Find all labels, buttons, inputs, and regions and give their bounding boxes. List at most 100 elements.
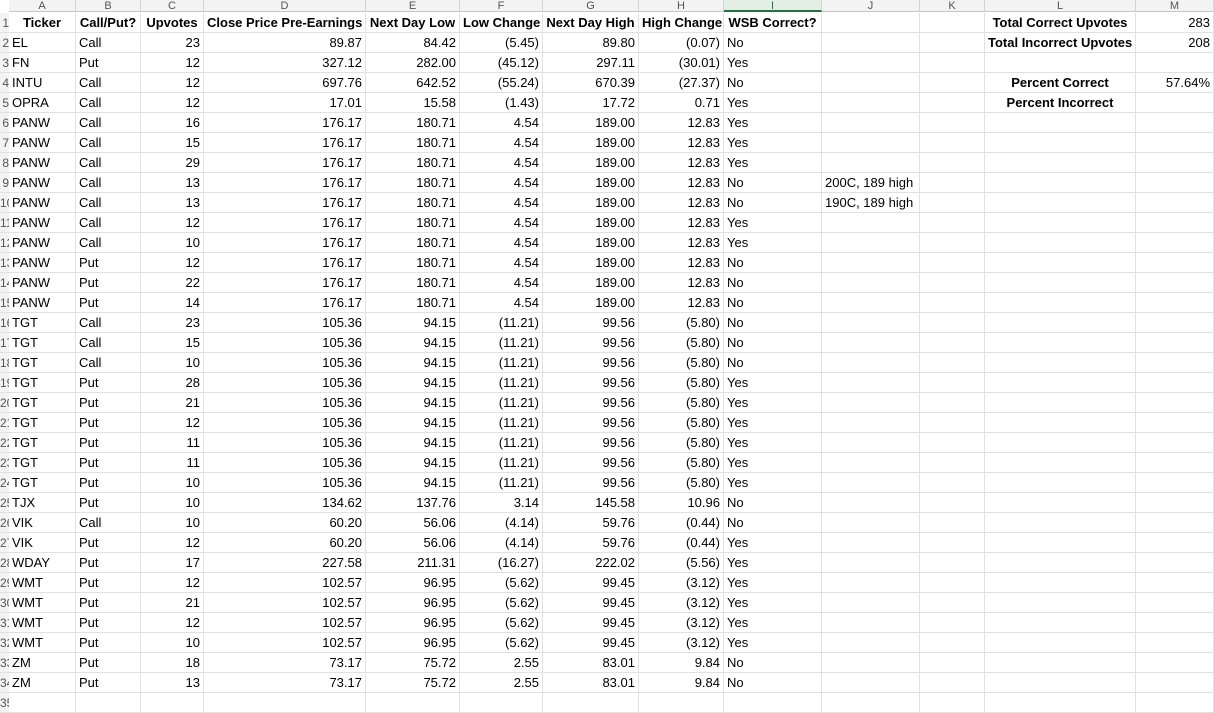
- table-cell[interactable]: 4.54: [460, 173, 543, 193]
- table-cell[interactable]: 94.15: [366, 433, 460, 453]
- table-cell[interactable]: 105.36: [204, 473, 366, 493]
- cell[interactable]: [985, 693, 1136, 713]
- table-cell[interactable]: WMT: [9, 573, 76, 593]
- table-cell[interactable]: 4.54: [460, 233, 543, 253]
- column-header-c[interactable]: C: [141, 0, 204, 12]
- table-cell[interactable]: OPRA: [9, 93, 76, 113]
- cell[interactable]: [985, 673, 1136, 693]
- table-cell[interactable]: 0.71: [639, 93, 724, 113]
- table-cell[interactable]: 180.71: [366, 193, 460, 213]
- cell[interactable]: [920, 33, 985, 53]
- table-cell[interactable]: TGT: [9, 393, 76, 413]
- table-cell[interactable]: 102.57: [204, 593, 366, 613]
- cell[interactable]: [1136, 273, 1214, 293]
- table-cell[interactable]: 12.83: [639, 273, 724, 293]
- table-cell[interactable]: TGT: [9, 353, 76, 373]
- cell[interactable]: [985, 533, 1136, 553]
- cell[interactable]: [1136, 493, 1214, 513]
- cell[interactable]: [822, 233, 920, 253]
- table-cell[interactable]: (5.80): [639, 473, 724, 493]
- table-cell[interactable]: (0.07): [639, 33, 724, 53]
- row-header[interactable]: 2: [0, 33, 9, 53]
- table-cell[interactable]: Call: [76, 233, 141, 253]
- table-cell[interactable]: (4.14): [460, 513, 543, 533]
- table-cell[interactable]: (5.56): [639, 553, 724, 573]
- cell[interactable]: [1136, 113, 1214, 133]
- table-cell[interactable]: 29: [141, 153, 204, 173]
- table-cell[interactable]: 180.71: [366, 113, 460, 133]
- cell[interactable]: [920, 93, 985, 113]
- cell[interactable]: [1136, 433, 1214, 453]
- row-header[interactable]: 23: [0, 453, 9, 473]
- cell[interactable]: [460, 693, 543, 713]
- table-cell[interactable]: Call: [76, 213, 141, 233]
- column-header-f[interactable]: F: [460, 0, 543, 12]
- table-cell[interactable]: PANW: [9, 113, 76, 133]
- row-header[interactable]: 32: [0, 633, 9, 653]
- table-cell[interactable]: TGT: [9, 313, 76, 333]
- table-cell[interactable]: (5.80): [639, 433, 724, 453]
- table-cell[interactable]: Yes: [724, 133, 822, 153]
- table-cell[interactable]: 176.17: [204, 173, 366, 193]
- table-cell[interactable]: 3.14: [460, 493, 543, 513]
- cell[interactable]: [920, 173, 985, 193]
- table-cell[interactable]: 89.87: [204, 33, 366, 53]
- cell[interactable]: [1136, 473, 1214, 493]
- row-header[interactable]: 31: [0, 613, 9, 633]
- table-cell[interactable]: 642.52: [366, 73, 460, 93]
- cell[interactable]: [822, 253, 920, 273]
- column-header-d[interactable]: D: [204, 0, 366, 12]
- cell[interactable]: [920, 653, 985, 673]
- table-cell[interactable]: WMT: [9, 613, 76, 633]
- cell[interactable]: [920, 293, 985, 313]
- total-correct-value[interactable]: 283: [1136, 13, 1214, 33]
- table-cell[interactable]: Put: [76, 373, 141, 393]
- table-cell[interactable]: (11.21): [460, 373, 543, 393]
- row-header[interactable]: 20: [0, 393, 9, 413]
- cell[interactable]: [920, 113, 985, 133]
- cell[interactable]: [985, 113, 1136, 133]
- table-cell[interactable]: 105.36: [204, 453, 366, 473]
- table-cell[interactable]: 96.95: [366, 593, 460, 613]
- table-cell[interactable]: Yes: [724, 473, 822, 493]
- table-cell[interactable]: Call: [76, 153, 141, 173]
- cell[interactable]: [1136, 413, 1214, 433]
- cell[interactable]: [822, 413, 920, 433]
- row-header[interactable]: 11: [0, 213, 9, 233]
- table-cell[interactable]: 227.58: [204, 553, 366, 573]
- cell[interactable]: [1136, 693, 1214, 713]
- table-cell[interactable]: 23: [141, 33, 204, 53]
- table-cell[interactable]: Call: [76, 313, 141, 333]
- table-cell[interactable]: 12: [141, 73, 204, 93]
- table-cell[interactable]: Yes: [724, 113, 822, 133]
- spreadsheet-grid[interactable]: ABCDEFGHIJKLM123456789101112131415161718…: [0, 0, 1214, 713]
- table-cell[interactable]: ZM: [9, 653, 76, 673]
- table-cell[interactable]: 12: [141, 53, 204, 73]
- table-cell[interactable]: 59.76: [543, 533, 639, 553]
- table-cell[interactable]: 189.00: [543, 293, 639, 313]
- table-cell[interactable]: 99.45: [543, 593, 639, 613]
- total-incorrect-value[interactable]: 208: [1136, 33, 1214, 53]
- column-header-g[interactable]: G: [543, 0, 639, 12]
- cell[interactable]: [822, 493, 920, 513]
- table-cell[interactable]: (11.21): [460, 433, 543, 453]
- note-cell[interactable]: 190C, 189 high: [822, 193, 920, 213]
- cell[interactable]: [1136, 93, 1214, 113]
- table-cell[interactable]: 21: [141, 593, 204, 613]
- cell[interactable]: [920, 533, 985, 553]
- table-cell[interactable]: 56.06: [366, 533, 460, 553]
- cell[interactable]: [985, 313, 1136, 333]
- cell[interactable]: [920, 193, 985, 213]
- table-cell[interactable]: (5.62): [460, 593, 543, 613]
- table-cell[interactable]: Call: [76, 513, 141, 533]
- table-cell[interactable]: (3.12): [639, 613, 724, 633]
- table-cell[interactable]: Put: [76, 593, 141, 613]
- table-cell[interactable]: 189.00: [543, 173, 639, 193]
- table-cell[interactable]: 670.39: [543, 73, 639, 93]
- table-cell[interactable]: 75.72: [366, 653, 460, 673]
- table-cell[interactable]: No: [724, 173, 822, 193]
- table-cell[interactable]: (5.80): [639, 313, 724, 333]
- table-cell[interactable]: 176.17: [204, 153, 366, 173]
- column-header-m[interactable]: M: [1136, 0, 1214, 12]
- cell[interactable]: [9, 693, 76, 713]
